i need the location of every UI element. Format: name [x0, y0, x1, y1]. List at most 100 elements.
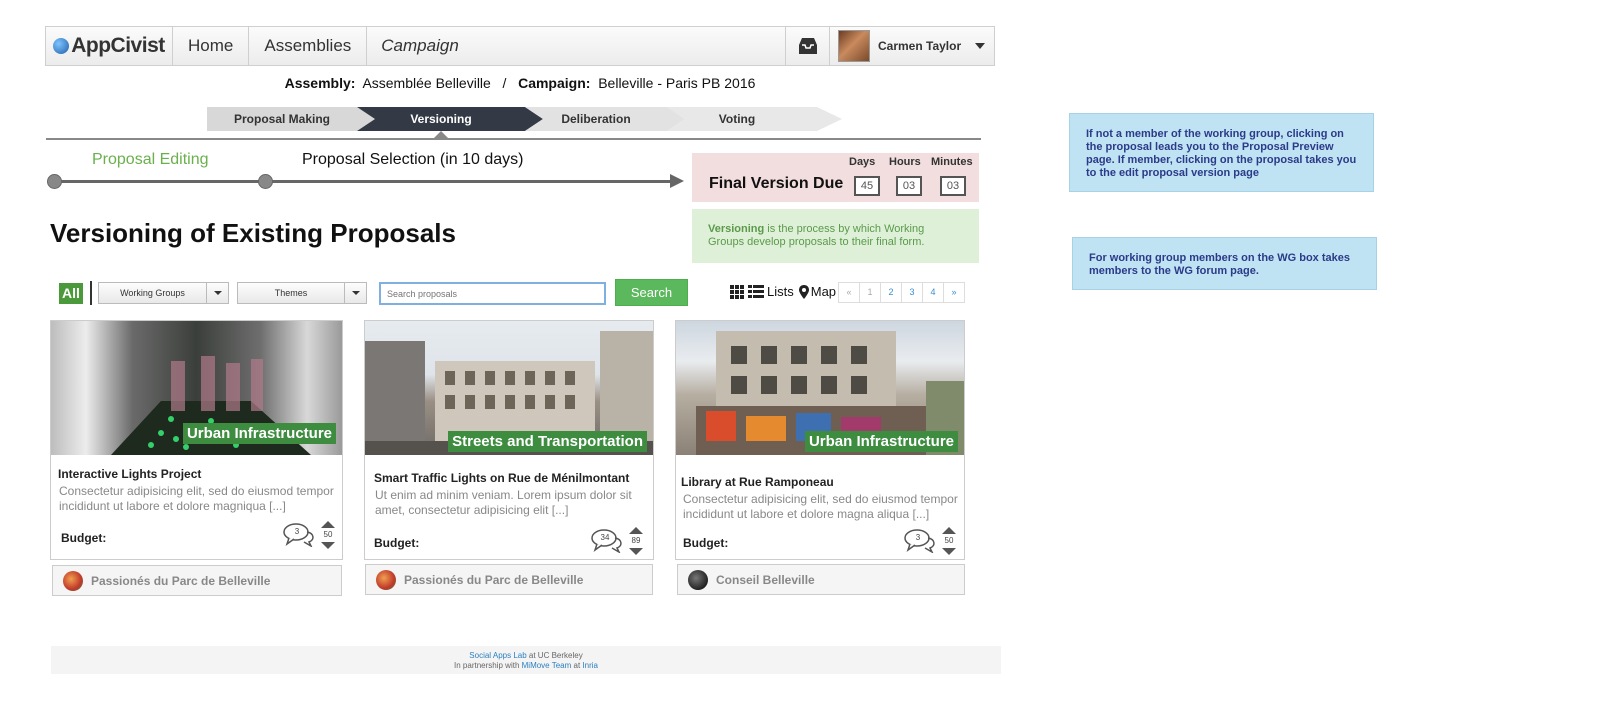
proposal-card[interactable]: Urban Infrastructure Library at Rue Ramp…	[675, 320, 965, 560]
grid-view-icon[interactable]	[730, 284, 744, 299]
logo-icon	[53, 38, 70, 54]
map-pin-icon[interactable]	[798, 284, 809, 299]
annotation-note-proposal-click: If not a member of the working group, cl…	[1069, 113, 1374, 192]
working-group-box[interactable]: Conseil Belleville	[677, 564, 965, 595]
pager-page-3[interactable]: 3	[901, 282, 923, 303]
comments-button[interactable]: 3	[283, 523, 315, 548]
proposal-title[interactable]: Interactive Lights Project	[58, 467, 201, 481]
budget-label: Budget:	[374, 536, 420, 550]
hours-value: 03	[896, 176, 922, 196]
pager-prev[interactable]: «	[838, 282, 860, 303]
search-button[interactable]: Search	[615, 279, 688, 306]
proposal-card[interactable]: Streets and Transportation Smart Traffic…	[364, 320, 654, 560]
days-label: Days	[849, 156, 876, 168]
phase-voting[interactable]: Voting	[667, 107, 842, 131]
budget-label: Budget:	[61, 531, 107, 545]
downvote-icon[interactable]	[629, 548, 643, 555]
phase-versioning[interactable]: Versioning	[357, 107, 543, 131]
filter-all-button[interactable]: All	[59, 283, 83, 304]
days-value: 45	[854, 176, 880, 196]
proposal-description: Consectetur adipisicing elit, sed do eiu…	[683, 492, 958, 521]
phase-deliberation[interactable]: Deliberation	[525, 107, 685, 131]
category-tag[interactable]: Urban Infrastructure	[182, 423, 336, 444]
search-input[interactable]	[379, 282, 606, 305]
comment-count: 34	[600, 533, 610, 542]
top-navbar: AppCivist Home Assemblies Campaign Carme…	[45, 26, 995, 66]
breadcrumb-separator: /	[502, 75, 507, 91]
themes-dropdown[interactable]: Themes	[237, 282, 367, 304]
category-tag[interactable]: Streets and Transportation	[448, 431, 647, 452]
pager-page-4[interactable]: 4	[922, 282, 944, 303]
campaign-label: Campaign:	[518, 75, 591, 91]
dropdown-label: Themes	[274, 288, 308, 298]
mimove-link[interactable]: MiMove Team	[522, 661, 572, 670]
annotation-note-wg-box: For working group members on the WG box …	[1072, 237, 1377, 290]
comment-count: 3	[915, 533, 921, 542]
upvote-icon[interactable]	[629, 527, 643, 534]
group-name: Passionés du Parc de Belleville	[404, 572, 584, 587]
avatar	[838, 30, 870, 62]
timeline-arrow-icon	[670, 174, 684, 188]
group-avatar	[376, 569, 396, 590]
category-tag[interactable]: Urban Infrastructure	[804, 431, 958, 452]
working-group-box[interactable]: Passionés du Parc de Belleville	[52, 565, 342, 596]
nav-assemblies[interactable]: Assemblies	[249, 27, 368, 65]
vote-count: 50	[323, 530, 333, 539]
downvote-icon[interactable]	[321, 542, 335, 549]
nav-campaign[interactable]: Campaign	[367, 27, 786, 65]
chevron-down-icon	[344, 283, 366, 303]
phase-label: Versioning	[410, 112, 472, 126]
view-switcher: Lists Map	[730, 284, 836, 299]
campaign-link[interactable]: Belleville - Paris PB 2016	[598, 75, 755, 91]
comments-button[interactable]: 3	[904, 529, 936, 554]
footer-text: In partnership with	[454, 661, 522, 670]
phase-proposal-making[interactable]: Proposal Making	[207, 107, 375, 131]
phase-label: Proposal Making	[233, 112, 331, 126]
proposal-image: Urban Infrastructure	[676, 321, 964, 455]
working-group-box[interactable]: Passionés du Parc de Belleville	[365, 564, 653, 595]
group-avatar	[688, 569, 708, 590]
inria-link[interactable]: Inria	[582, 661, 598, 670]
footer: Social Apps Lab at UC Berkeley In partne…	[51, 646, 1001, 674]
proposal-card[interactable]: Urban Infrastructure Interactive Lights …	[50, 320, 343, 560]
minutes-value: 03	[940, 176, 966, 196]
map-label[interactable]: Map	[811, 284, 836, 299]
proposal-title[interactable]: Library at Rue Ramponeau	[681, 475, 834, 489]
proposal-description: Ut enim ad minim veniam. Lorem ipsum dol…	[375, 488, 632, 517]
pager-next[interactable]: »	[943, 282, 965, 303]
timeline-dot	[258, 174, 273, 189]
vote-count: 50	[944, 536, 954, 545]
versioning-info: Versioning is the process by which Worki…	[692, 209, 979, 263]
user-name: Carmen Taylor	[878, 39, 962, 53]
group-avatar	[63, 570, 83, 591]
budget-label: Budget:	[683, 536, 729, 550]
comment-count: 3	[294, 527, 300, 536]
app-logo[interactable]: AppCivist	[46, 27, 173, 65]
upvote-icon[interactable]	[942, 527, 956, 534]
logo-text: AppCivist	[71, 34, 165, 57]
working-groups-dropdown[interactable]: Working Groups	[98, 282, 229, 304]
social-apps-lab-link[interactable]: Social Apps Lab	[469, 651, 526, 660]
footer-line-2: In partnership with MiMove Team at Inria	[51, 661, 1001, 671]
page-title: Versioning of Existing Proposals	[50, 218, 456, 248]
comments-button[interactable]: 34	[591, 529, 623, 554]
lists-label[interactable]: Lists	[767, 284, 794, 299]
timeline-stage-editing: Proposal Editing	[92, 151, 209, 168]
phase-divider	[46, 138, 981, 140]
list-view-icon[interactable]	[748, 284, 764, 299]
pager-page-2[interactable]: 2	[880, 282, 902, 303]
upvote-icon[interactable]	[321, 521, 335, 528]
vote-widget: 50	[940, 527, 958, 561]
proposal-title[interactable]: Smart Traffic Lights on Rue de Ménilmont…	[374, 471, 629, 485]
pager-page-1[interactable]: 1	[859, 282, 881, 303]
user-menu[interactable]: Carmen Taylor	[830, 27, 994, 65]
inbox-button[interactable]	[786, 27, 830, 65]
footer-text: at UC Berkeley	[526, 651, 583, 660]
assembly-link[interactable]: Assemblée Belleville	[362, 75, 490, 91]
group-name: Conseil Belleville	[716, 572, 815, 587]
vote-widget: 50	[319, 521, 337, 555]
downvote-icon[interactable]	[942, 548, 956, 555]
nav-home[interactable]: Home	[173, 27, 250, 65]
footer-text: at	[571, 661, 583, 670]
info-term: Versioning	[708, 223, 765, 235]
